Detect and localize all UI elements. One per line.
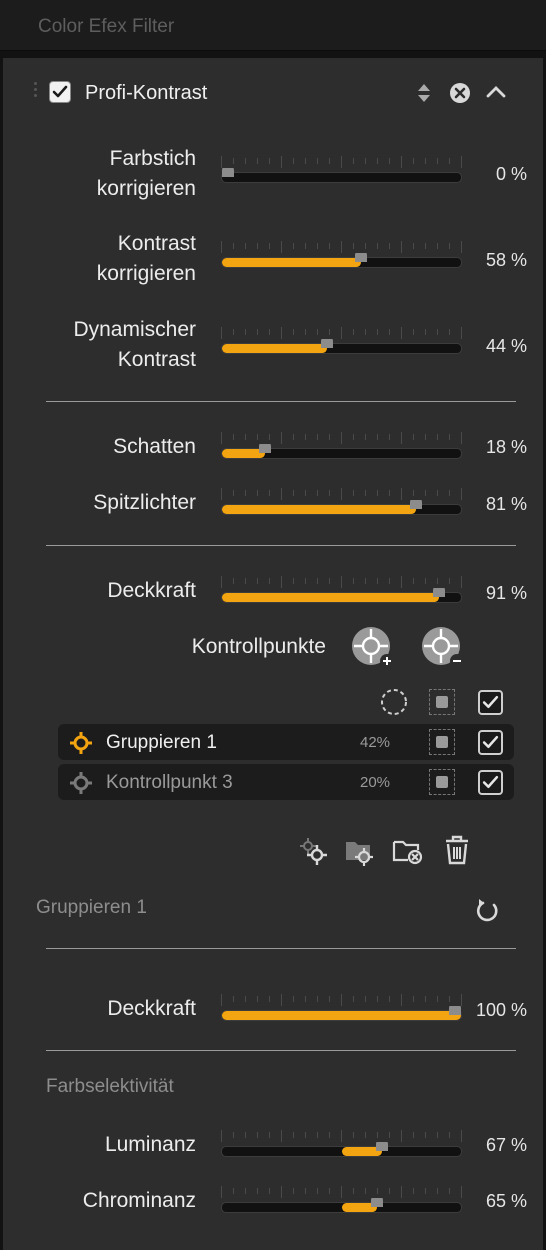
slider-thumb[interactable] [354, 244, 368, 262]
slider-spitzlichter[interactable] [221, 487, 462, 517]
value-dynamisch: 44 % [486, 336, 528, 356]
ungroup-points-icon[interactable] [392, 836, 424, 871]
slider-thumb[interactable] [409, 491, 423, 509]
slider-label-dynamisch: Dynamischer Kontrast [73, 318, 196, 371]
slider-group-deckkraft[interactable] [221, 993, 462, 1023]
control-point-icon [68, 770, 94, 801]
slider-label-spitzlichter: Spitzlichter [93, 491, 196, 514]
close-circle-icon[interactable] [449, 82, 471, 109]
value-group-deckkraft: 100 % [476, 1000, 528, 1020]
slider-ticks [221, 1186, 462, 1200]
slider-ticks [221, 488, 462, 502]
color-selectivity-title: Farbselektivität [46, 1076, 174, 1097]
slider-track[interactable] [221, 172, 462, 183]
top-bar: Color Efex Filter [0, 0, 546, 51]
slider-fill [222, 505, 416, 514]
slider-deckkraft[interactable] [221, 575, 462, 605]
group-points-icon[interactable] [344, 836, 376, 871]
control-point-name: Gruppieren 1 [106, 732, 217, 753]
enable-all-checkbox[interactable] [478, 690, 503, 715]
slider-fill [222, 1011, 461, 1020]
remove-control-point-icon[interactable] [421, 626, 465, 675]
chevron-up-icon[interactable] [486, 84, 506, 105]
divider [46, 948, 516, 949]
slider-ticks [221, 1130, 462, 1144]
list-item[interactable]: Kontrollpunkt 3 20% [58, 764, 514, 800]
controlpoints-label: Kontrollpunkte [191, 635, 326, 658]
add-control-point-icon[interactable] [351, 626, 395, 675]
slider-kontrast[interactable] [221, 240, 462, 270]
control-point-value: 42% [360, 734, 391, 751]
mask-icon[interactable] [429, 769, 455, 795]
slider-luminanz[interactable] [221, 1129, 462, 1159]
slider-ticks [221, 994, 462, 1008]
divider [46, 545, 516, 546]
control-point-icon [68, 730, 94, 761]
slider-label-kontrast: Kontrast korrigieren [96, 232, 196, 285]
slider-fill [222, 593, 440, 602]
filter-enabled-checkbox[interactable] [49, 81, 71, 103]
slider-thumb[interactable] [320, 330, 334, 348]
slider-ticks [221, 156, 462, 170]
value-chrominanz: 65 % [486, 1191, 528, 1211]
slider-thumb[interactable] [221, 159, 235, 177]
filter-name: Profi-Kontrast [85, 82, 208, 104]
value-farbstich: 0 % [496, 164, 528, 184]
reset-icon[interactable] [475, 897, 501, 928]
slider-label-deckkraft: Deckkraft [107, 579, 196, 602]
group-title: Gruppieren 1 [36, 897, 147, 918]
slider-label-farbstich: Farbstich korrigieren [96, 147, 196, 200]
value-spitzlichter: 81 % [486, 494, 528, 514]
drag-handle-icon[interactable] [34, 82, 38, 104]
trash-icon[interactable] [443, 834, 471, 871]
slider-dynamisch[interactable] [221, 326, 462, 356]
slider-chrominanz[interactable] [221, 1185, 462, 1215]
panel-title: Color Efex Filter [38, 16, 175, 37]
slider-thumb[interactable] [370, 1189, 384, 1207]
control-point-name: Kontrollpunkt 3 [106, 772, 233, 793]
slider-thumb[interactable] [432, 579, 446, 597]
slider-label-chrominanz: Chrominanz [82, 1189, 196, 1212]
control-point-value: 20% [360, 774, 391, 791]
slider-thumb[interactable] [448, 997, 462, 1015]
control-point-checkbox[interactable] [478, 730, 503, 755]
list-item[interactable]: Gruppieren 1 42% [58, 724, 514, 760]
up-down-arrows-icon[interactable] [416, 82, 432, 109]
slider-label-group-deckkraft: Deckkraft [107, 997, 196, 1020]
divider [46, 1050, 516, 1051]
slider-thumb[interactable] [375, 1133, 389, 1151]
value-luminanz: 67 % [486, 1135, 528, 1155]
value-kontrast: 58 % [486, 250, 528, 270]
slider-label-schatten: Schatten [113, 435, 196, 458]
control-point-checkbox[interactable] [478, 770, 503, 795]
divider [46, 401, 516, 402]
show-selection-icon[interactable] [380, 688, 408, 721]
slider-fill [222, 258, 361, 267]
slider-ticks [221, 241, 462, 255]
slider-ticks [221, 576, 462, 590]
value-schatten: 18 % [486, 437, 528, 457]
slider-label-luminanz: Luminanz [104, 1133, 196, 1156]
show-mask-icon[interactable] [429, 689, 455, 715]
slider-thumb[interactable] [258, 435, 272, 453]
duplicate-point-icon[interactable] [298, 836, 328, 871]
slider-ticks [221, 327, 462, 341]
slider-fill [222, 344, 328, 353]
value-deckkraft: 91 % [486, 583, 528, 603]
mask-icon[interactable] [429, 729, 455, 755]
slider-schatten[interactable] [221, 431, 462, 461]
slider-farbstich[interactable] [221, 155, 462, 185]
